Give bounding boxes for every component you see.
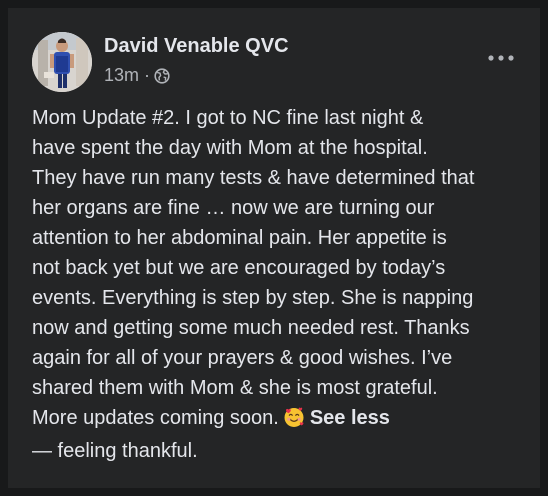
post-text-line: now and getting some much needed rest. T… <box>32 317 470 339</box>
post-text-line: More updates coming soon. <box>32 407 279 429</box>
post-text-line: have spent the day with Mom at the hospi… <box>32 137 428 159</box>
post-text-last-line: More updates coming soon. See less <box>32 403 530 433</box>
meta-separator: · <box>144 65 151 85</box>
author-name[interactable]: David Venable QVC <box>104 35 289 58</box>
globe-icon[interactable] <box>154 67 170 84</box>
post-text-line: events. Everything is step by step. She … <box>32 287 474 309</box>
more-options-icon <box>488 55 514 61</box>
avatar[interactable] <box>32 32 92 92</box>
post-text-line: not back yet but we are encouraged by to… <box>32 257 446 279</box>
post-meta: 13m · <box>104 65 170 86</box>
post-timestamp[interactable]: 13m <box>104 65 139 86</box>
post-body: Mom Update #2. I got to NC fine last nig… <box>32 103 530 433</box>
smiling-face-with-hearts-icon <box>283 406 305 428</box>
post-card: David Venable QVC 13m · Mom Update #2. I… <box>8 8 540 488</box>
post-text-line: shared them with Mom & she is most grate… <box>32 377 438 399</box>
post-text-line: Mom Update #2. I got to NC fine last nig… <box>32 107 424 129</box>
post-text-line: again for all of your prayers & good wis… <box>32 347 453 369</box>
feeling-status: — feeling thankful. <box>32 440 198 462</box>
more-options-button[interactable] <box>484 46 518 70</box>
post-text-line: attention to her abdominal pain. Her app… <box>32 227 447 249</box>
post-header: David Venable QVC 13m · <box>32 32 520 96</box>
post-text-line: They have run many tests & have determin… <box>32 167 475 189</box>
post-text-line: her organs are fine … now we are turning… <box>32 197 435 219</box>
see-less-link[interactable]: See less <box>310 407 390 429</box>
